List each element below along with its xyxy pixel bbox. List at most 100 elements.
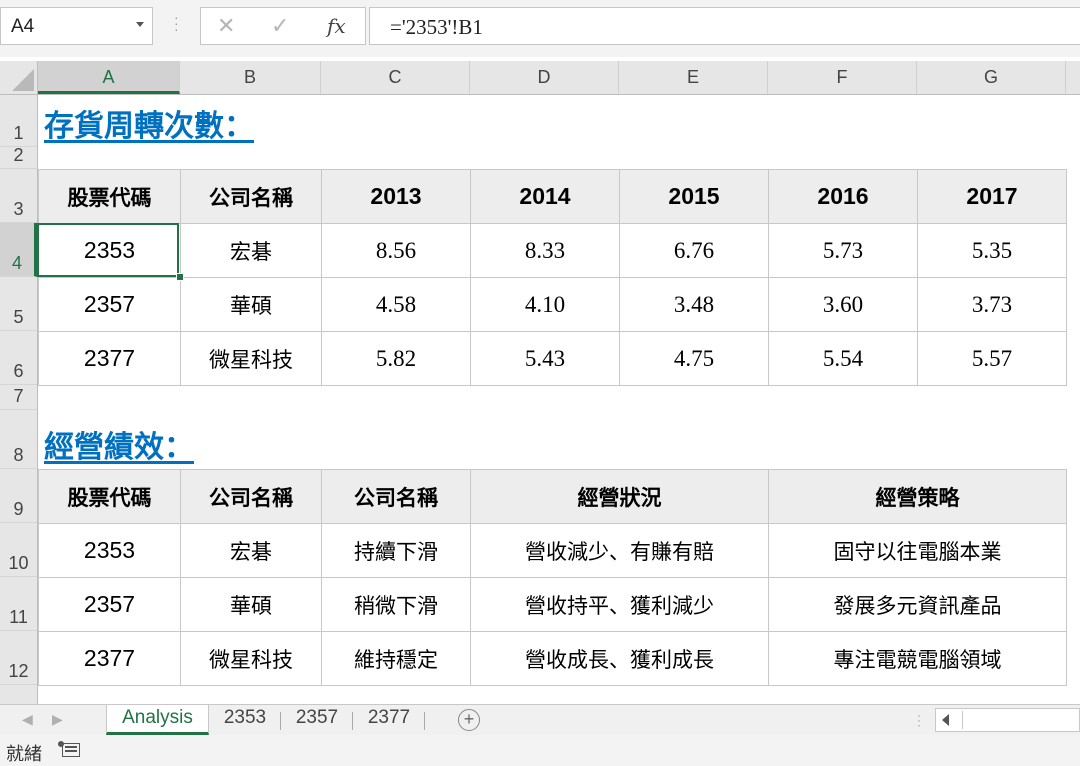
name-box-value[interactable]: A4 bbox=[11, 16, 34, 38]
company-name-cell[interactable]: 宏碁 bbox=[180, 223, 322, 278]
header-cell[interactable]: 2017 bbox=[917, 169, 1067, 224]
column-header-b[interactable]: B bbox=[180, 61, 321, 94]
stock-code-cell[interactable]: 2377 bbox=[38, 331, 181, 386]
header-cell[interactable]: 股票代碼 bbox=[38, 169, 181, 224]
row-header-6[interactable]: 6 bbox=[0, 331, 37, 385]
sheet-tab-analysis[interactable]: Analysis bbox=[106, 705, 209, 735]
strategy-cell[interactable]: 發展多元資訊產品 bbox=[768, 577, 1067, 632]
header-cell[interactable]: 經營策略 bbox=[768, 469, 1067, 524]
sheet-tab-2353[interactable]: 2353 bbox=[214, 705, 276, 735]
value-cell[interactable]: 6.76 bbox=[619, 223, 769, 278]
select-all-button[interactable] bbox=[0, 61, 38, 94]
name-box[interactable]: A4 bbox=[0, 7, 153, 45]
column-header-a[interactable]: A bbox=[38, 61, 180, 94]
insert-function-icon[interactable]: fx bbox=[327, 14, 346, 38]
sheet-tab-2377[interactable]: 2377 bbox=[358, 705, 420, 735]
company-name-cell[interactable]: 華碩 bbox=[180, 577, 322, 632]
sheet-tab-2357[interactable]: 2357 bbox=[286, 705, 348, 735]
scroll-left-arrow-icon[interactable] bbox=[942, 714, 949, 726]
row-header-7[interactable]: 7 bbox=[0, 385, 37, 410]
row-number[interactable]: 8 bbox=[0, 445, 37, 466]
formula-text[interactable]: ='2353'!B1 bbox=[390, 15, 483, 40]
value-cell[interactable]: 4.10 bbox=[470, 277, 620, 332]
row-number[interactable]: 4 bbox=[0, 253, 34, 274]
trend-cell[interactable]: 維持穩定 bbox=[321, 631, 471, 686]
header-cell[interactable]: 公司名稱 bbox=[180, 169, 322, 224]
row-number[interactable]: 1 bbox=[0, 123, 37, 144]
value-cell[interactable]: 3.60 bbox=[768, 277, 918, 332]
row-number[interactable]: 11 bbox=[0, 607, 37, 628]
row-header-12[interactable]: 12 bbox=[0, 631, 37, 685]
drag-handle-icon[interactable]: · · · bbox=[917, 709, 921, 731]
row-header-8[interactable]: 8 bbox=[0, 410, 37, 469]
column-header-g[interactable]: G bbox=[917, 61, 1066, 94]
company-name-cell[interactable]: 微星科技 bbox=[180, 331, 322, 386]
row-header-1[interactable]: 1 bbox=[0, 95, 37, 147]
stock-code-cell[interactable]: 2357 bbox=[38, 277, 181, 332]
strategy-cell[interactable]: 專注電競電腦領域 bbox=[768, 631, 1067, 686]
value-cell[interactable]: 4.58 bbox=[321, 277, 471, 332]
stock-code-cell[interactable]: 2353 bbox=[38, 223, 181, 278]
select-all-icon[interactable] bbox=[12, 69, 34, 91]
header-cell[interactable]: 2015 bbox=[619, 169, 769, 224]
header-cell[interactable]: 2013 bbox=[321, 169, 471, 224]
drag-handle-icon[interactable]: · · · bbox=[174, 10, 179, 36]
row-header-3[interactable]: 3 bbox=[0, 169, 37, 223]
row-header-10[interactable]: 10 bbox=[0, 523, 37, 577]
value-cell[interactable]: 4.75 bbox=[619, 331, 769, 386]
value-cell[interactable]: 8.33 bbox=[470, 223, 620, 278]
value-cell[interactable]: 5.54 bbox=[768, 331, 918, 386]
fill-handle[interactable] bbox=[176, 273, 184, 281]
section-title-inventory[interactable]: 存貨周轉次數： bbox=[44, 101, 254, 145]
column-header-c[interactable]: C bbox=[321, 61, 470, 94]
status-cell[interactable]: 營收持平、獲利減少 bbox=[470, 577, 769, 632]
value-cell[interactable]: 3.48 bbox=[619, 277, 769, 332]
header-cell[interactable]: 經營狀況 bbox=[470, 469, 769, 524]
section-title-performance[interactable]: 經營績效： bbox=[44, 422, 194, 466]
row-number[interactable]: 10 bbox=[0, 553, 37, 574]
value-cell[interactable]: 5.35 bbox=[917, 223, 1067, 278]
company-name-cell[interactable]: 華碩 bbox=[180, 277, 322, 332]
enter-icon[interactable]: ✓ bbox=[271, 13, 289, 39]
company-name-cell[interactable]: 微星科技 bbox=[180, 631, 322, 686]
value-cell[interactable]: 5.57 bbox=[917, 331, 1067, 386]
stock-code-cell[interactable]: 2353 bbox=[38, 523, 181, 578]
value-cell[interactable]: 3.73 bbox=[917, 277, 1067, 332]
macro-record-icon[interactable] bbox=[62, 743, 80, 757]
horizontal-scrollbar[interactable] bbox=[935, 708, 1080, 732]
chevron-down-icon[interactable] bbox=[136, 22, 144, 27]
formula-input[interactable]: ='2353'!B1 bbox=[369, 7, 1080, 45]
column-header-e[interactable]: E bbox=[619, 61, 768, 94]
row-header-4[interactable]: 4 bbox=[0, 223, 37, 277]
header-cell[interactable]: 公司名稱 bbox=[321, 469, 471, 524]
trend-cell[interactable]: 稍微下滑 bbox=[321, 577, 471, 632]
scroll-left-icon[interactable]: ◀ bbox=[22, 711, 33, 728]
row-number[interactable]: 5 bbox=[0, 307, 37, 328]
row-number[interactable]: 6 bbox=[0, 361, 37, 382]
row-number[interactable]: 2 bbox=[0, 145, 37, 166]
header-cell[interactable]: 2016 bbox=[768, 169, 918, 224]
header-cell[interactable]: 股票代碼 bbox=[38, 469, 181, 524]
column-header-f[interactable]: F bbox=[768, 61, 917, 94]
strategy-cell[interactable]: 固守以往電腦本業 bbox=[768, 523, 1067, 578]
column-header-h[interactable] bbox=[1066, 61, 1080, 94]
value-cell[interactable]: 5.43 bbox=[470, 331, 620, 386]
row-number[interactable]: 3 bbox=[0, 199, 37, 220]
row-header-2[interactable]: 2 bbox=[0, 145, 37, 169]
row-header-5[interactable]: 5 bbox=[0, 277, 37, 331]
row-header-11[interactable]: 11 bbox=[0, 577, 37, 631]
status-cell[interactable]: 營收成長、獲利成長 bbox=[470, 631, 769, 686]
row-header-9[interactable]: 9 bbox=[0, 469, 37, 523]
cell-area[interactable]: 存貨周轉次數： 股票代碼 公司名稱 2013 2014 2015 2016 20… bbox=[37, 95, 1080, 704]
cancel-icon[interactable]: ✕ bbox=[217, 13, 235, 39]
row-number[interactable]: 12 bbox=[0, 661, 37, 682]
add-sheet-icon[interactable]: + bbox=[458, 709, 480, 731]
value-cell[interactable]: 8.56 bbox=[321, 223, 471, 278]
company-name-cell[interactable]: 宏碁 bbox=[180, 523, 322, 578]
header-cell[interactable]: 公司名稱 bbox=[180, 469, 322, 524]
value-cell[interactable]: 5.82 bbox=[321, 331, 471, 386]
row-number[interactable]: 7 bbox=[0, 386, 37, 407]
header-cell[interactable]: 2014 bbox=[470, 169, 620, 224]
value-cell[interactable]: 5.73 bbox=[768, 223, 918, 278]
trend-cell[interactable]: 持續下滑 bbox=[321, 523, 471, 578]
